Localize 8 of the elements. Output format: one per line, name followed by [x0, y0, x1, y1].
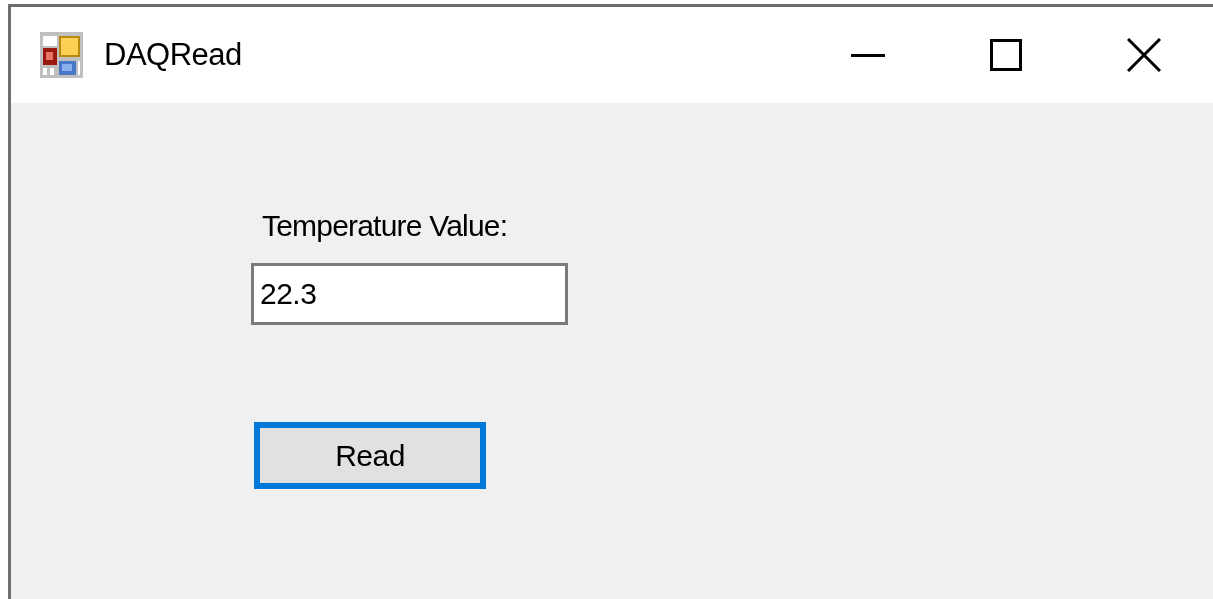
app-icon	[40, 32, 83, 78]
minimize-icon	[851, 53, 885, 57]
close-icon	[1127, 38, 1161, 72]
read-button[interactable]: Read	[254, 422, 486, 489]
temperature-label: Temperature Value:	[262, 208, 508, 244]
temperature-field[interactable]: 22.3	[251, 263, 568, 325]
maximize-icon	[990, 39, 1022, 71]
window-title: DAQRead	[104, 35, 242, 74]
